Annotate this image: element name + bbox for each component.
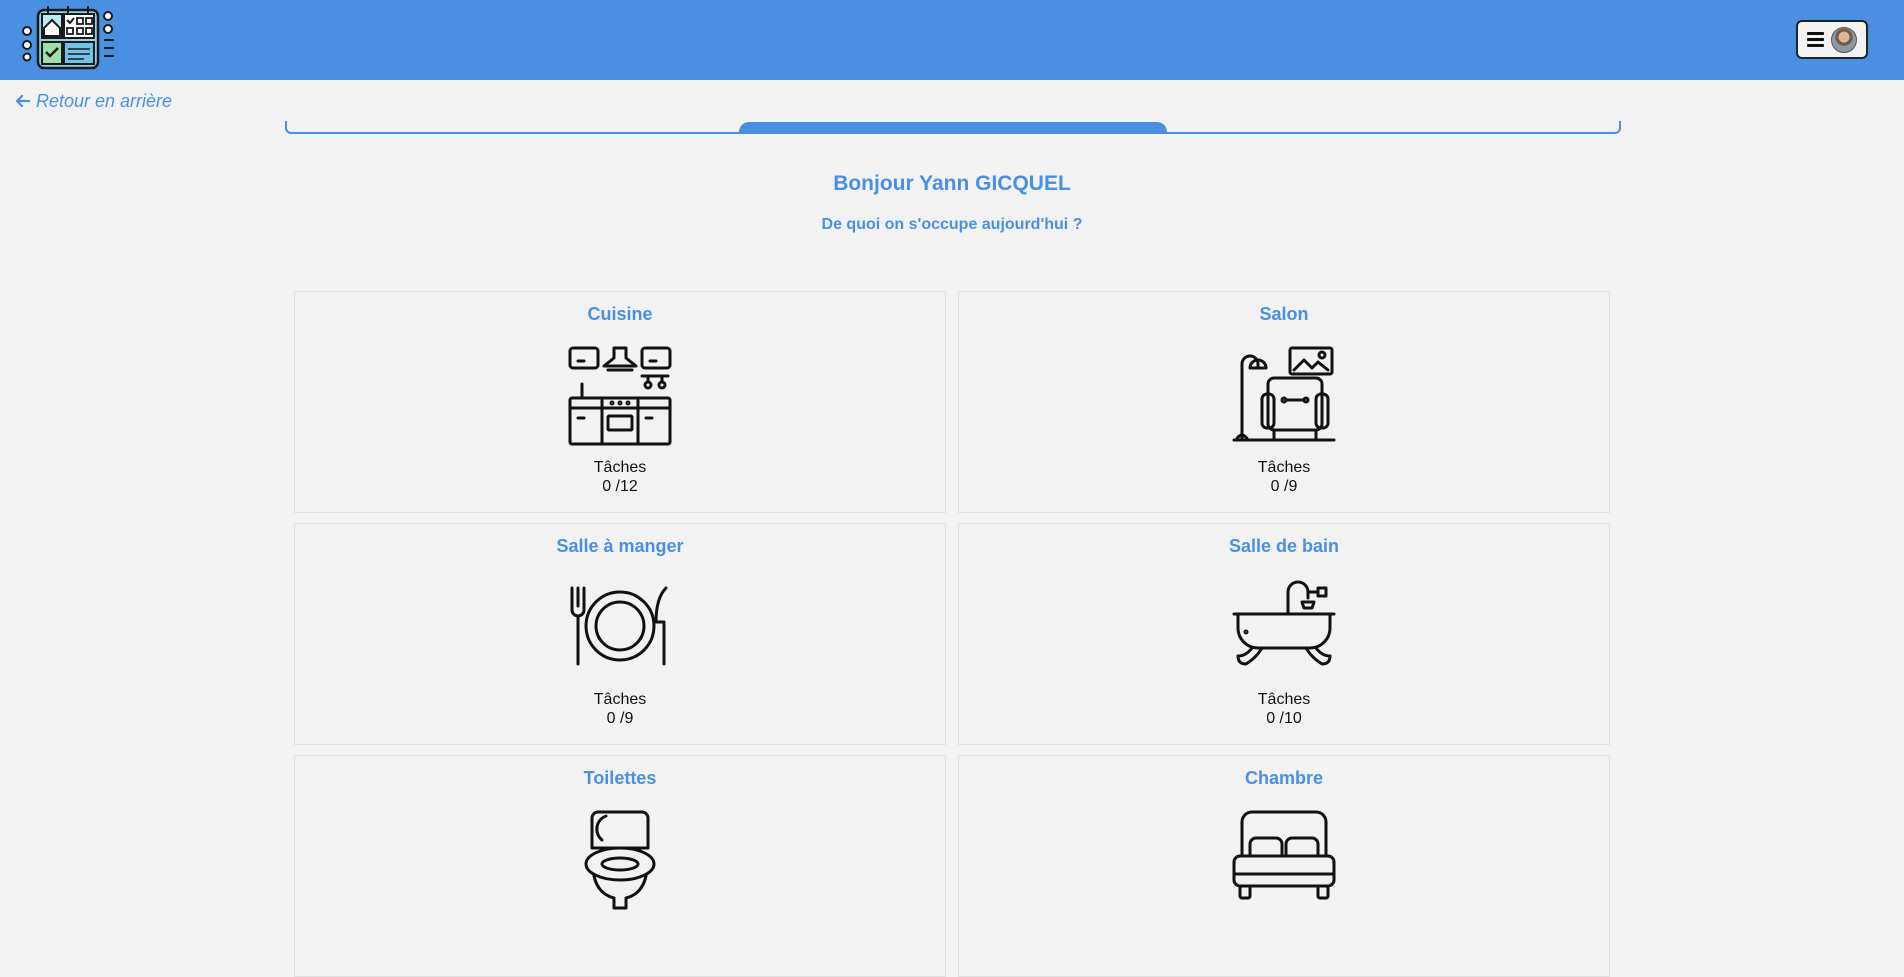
rooms-grid: Cuisine Tâches 0 /12 Salon Tâches 0 /9 S… bbox=[294, 291, 1610, 977]
stepper-active-segment bbox=[739, 122, 1167, 133]
back-link[interactable]: Retour en arrière bbox=[14, 89, 172, 113]
tasks-count: 0 /12 bbox=[602, 478, 638, 495]
user-menu-button[interactable] bbox=[1796, 20, 1868, 59]
room-title: Salle à manger bbox=[556, 536, 684, 556]
page-title: Bonjour Yann GICQUEL bbox=[833, 172, 1071, 195]
room-title: Salle de bain bbox=[1228, 536, 1340, 556]
tasks-count: 0 /9 bbox=[1270, 478, 1298, 495]
room-card-cuisine[interactable]: Cuisine Tâches 0 /12 bbox=[294, 291, 946, 513]
room-title: Toilettes bbox=[583, 768, 657, 788]
room-title: Salon bbox=[1259, 304, 1309, 324]
tasks-label: Tâches bbox=[1257, 691, 1311, 708]
page-subtitle: De quoi on s'occupe aujourd'hui ? bbox=[821, 216, 1083, 233]
toilet-icon bbox=[568, 806, 672, 910]
back-link-label: Retour en arrière bbox=[36, 90, 173, 111]
tasks-label: Tâches bbox=[593, 691, 647, 708]
plate-cutlery-icon bbox=[568, 574, 672, 678]
top-navbar bbox=[0, 0, 1904, 80]
room-card-salle-de-bain[interactable]: Salle de bain Tâches 0 /10 bbox=[958, 523, 1610, 745]
tasks-count: 0 /10 bbox=[1266, 710, 1302, 727]
hamburger-icon bbox=[1807, 32, 1824, 47]
room-title: Chambre bbox=[1244, 768, 1324, 788]
room-card-chambre[interactable]: Chambre bbox=[958, 755, 1610, 977]
app-logo[interactable] bbox=[18, 4, 120, 74]
checklist-house-logo-icon bbox=[22, 6, 114, 70]
arrow-left-icon bbox=[15, 94, 30, 108]
bathtub-icon bbox=[1232, 574, 1336, 678]
room-card-salon[interactable]: Salon Tâches 0 /9 bbox=[958, 291, 1610, 513]
room-card-toilettes[interactable]: Toilettes bbox=[294, 755, 946, 977]
room-title: Cuisine bbox=[587, 304, 653, 324]
bed-icon bbox=[1232, 806, 1336, 910]
avatar bbox=[1831, 26, 1857, 53]
armchair-icon bbox=[1232, 342, 1336, 446]
tasks-count: 0 /9 bbox=[606, 710, 634, 727]
room-card-salle-a-manger[interactable]: Salle à manger Tâches 0 /9 bbox=[294, 523, 946, 745]
kitchen-icon bbox=[568, 342, 672, 446]
tasks-label: Tâches bbox=[1257, 459, 1311, 476]
tasks-label: Tâches bbox=[593, 459, 647, 476]
